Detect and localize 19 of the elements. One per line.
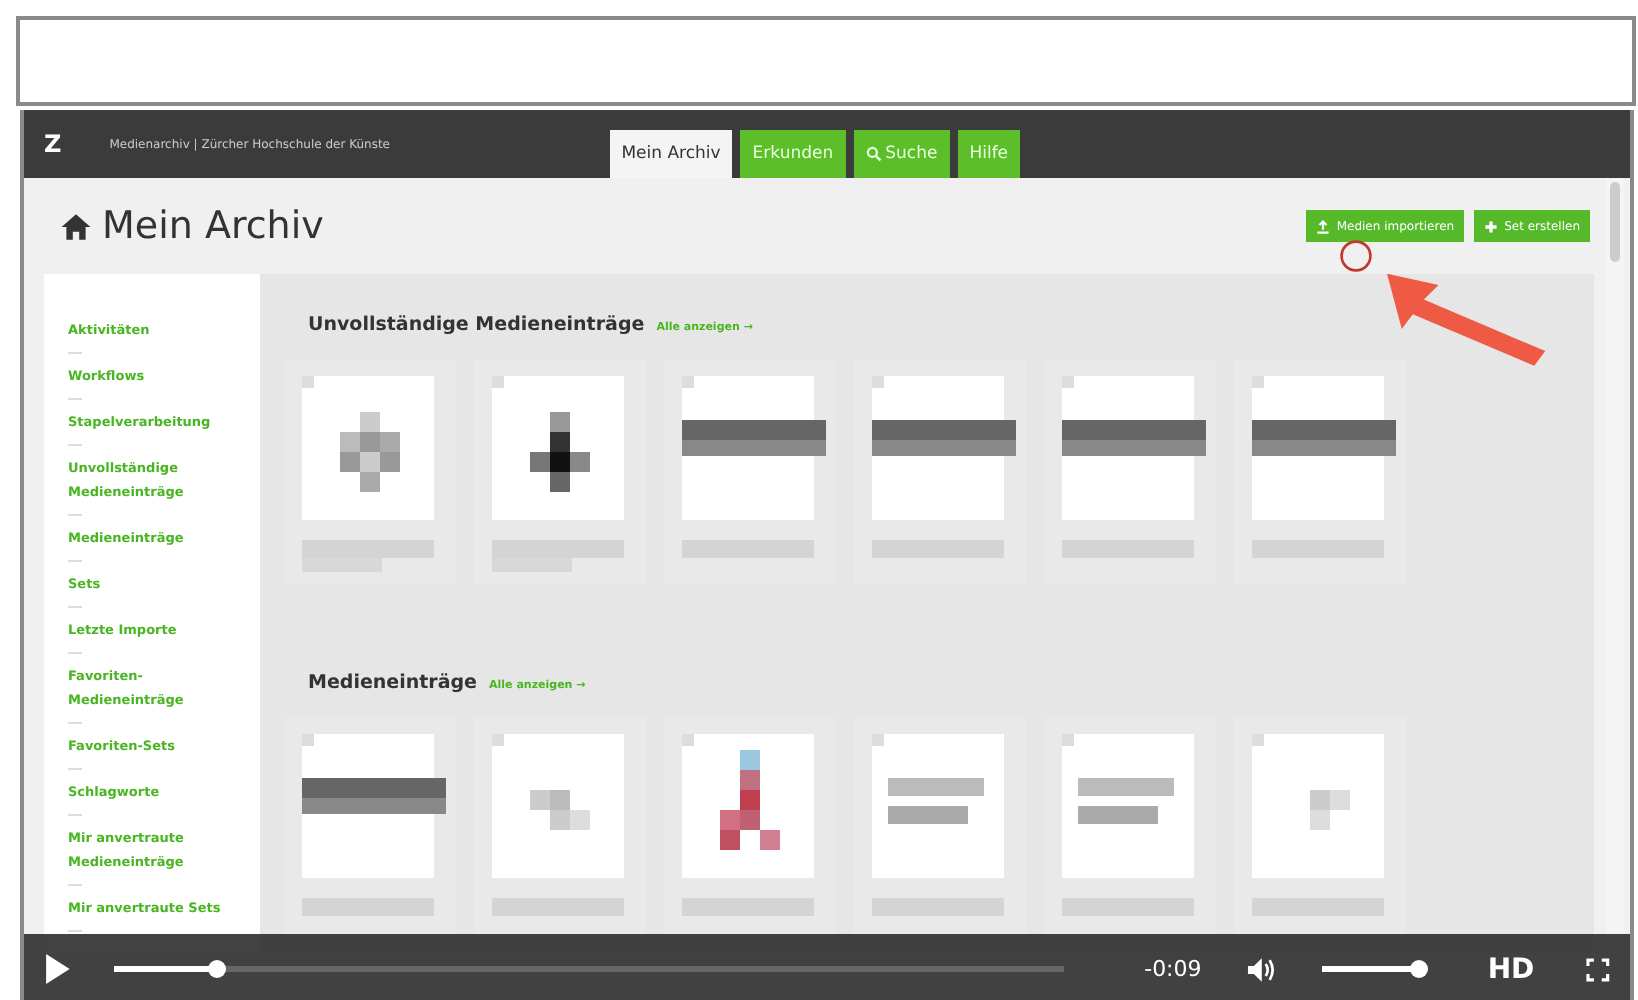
upload-icon xyxy=(1316,219,1331,233)
volume-icon[interactable] xyxy=(1245,955,1278,983)
nav-tab[interactable]: Erkunden xyxy=(740,130,846,178)
search-icon xyxy=(865,146,882,162)
fullscreen-icon[interactable] xyxy=(1586,957,1610,981)
page-title: Mein Archiv xyxy=(102,204,324,248)
progress-bar[interactable] xyxy=(113,966,1065,972)
nav-tab[interactable]: Mein Archiv xyxy=(609,130,733,178)
nav-tab[interactable]: Suche xyxy=(853,130,950,178)
logo[interactable]: Z xyxy=(44,130,62,158)
play-icon[interactable] xyxy=(44,954,70,984)
section-title: Medieneinträge xyxy=(308,672,478,694)
nav-tab[interactable]: Hilfe xyxy=(957,130,1021,178)
plus-icon xyxy=(1484,219,1499,233)
cursor-highlight xyxy=(1338,238,1374,274)
time-remaining: -0:09 xyxy=(1144,956,1202,982)
section-title: Unvollständige Medieneinträge xyxy=(308,314,645,336)
home-icon xyxy=(60,211,92,241)
quality-button[interactable]: HD xyxy=(1487,953,1535,985)
